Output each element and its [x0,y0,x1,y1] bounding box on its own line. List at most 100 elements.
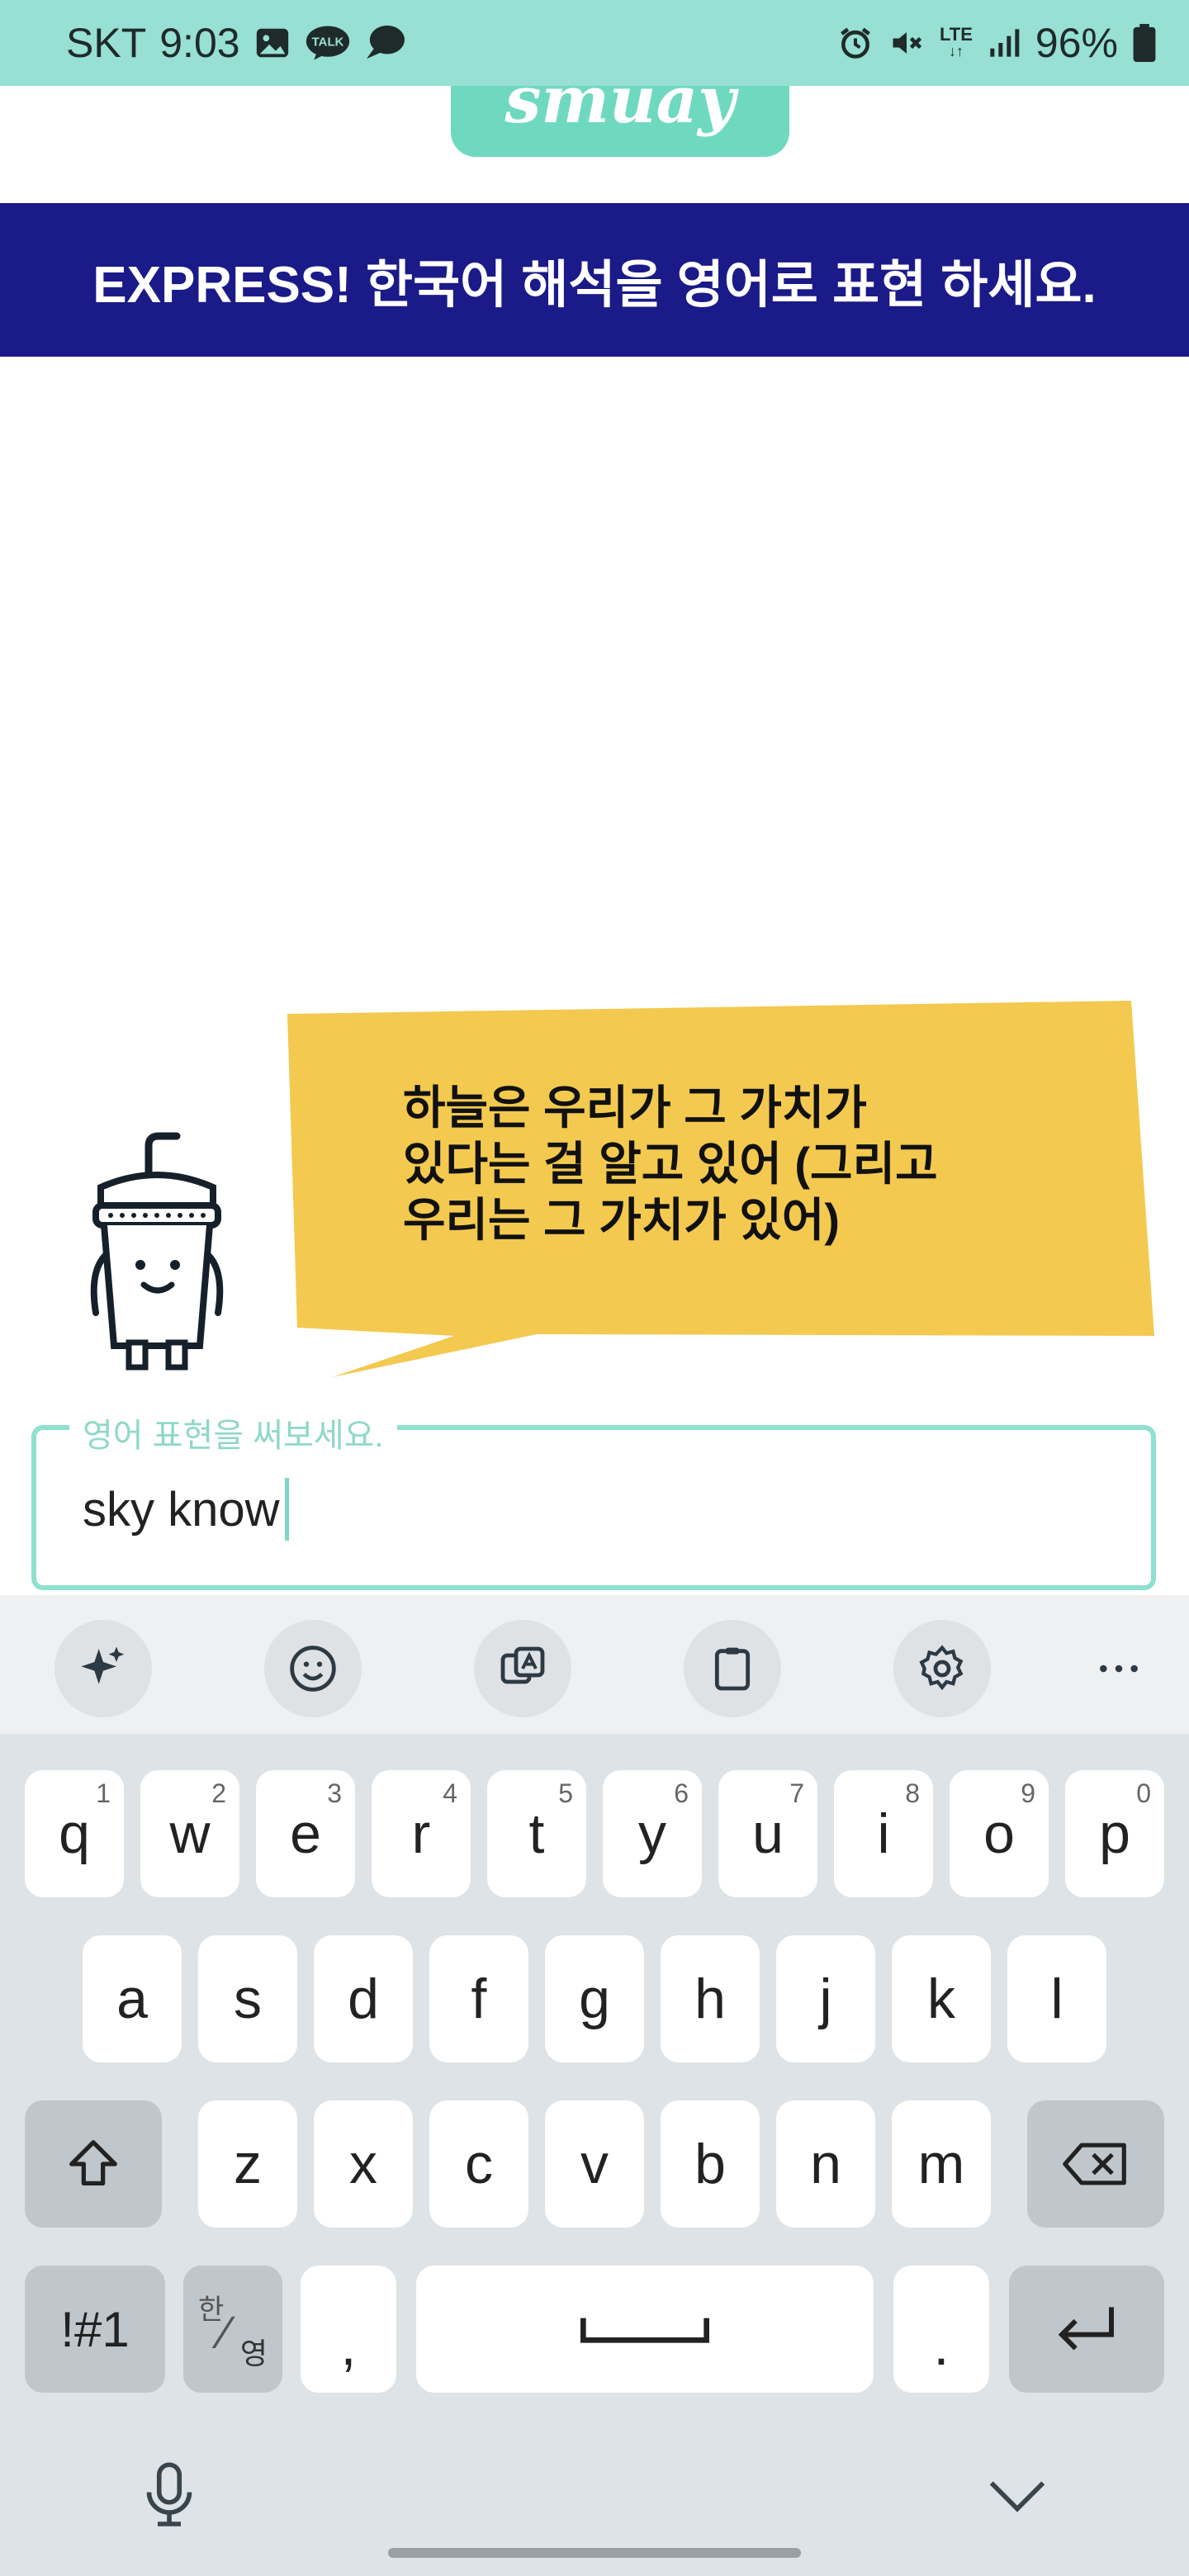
key-x[interactable]: x [314,2100,413,2228]
lte-icon: LTE ↓↑ [940,24,973,60]
emoji-button[interactable] [264,1620,362,1717]
more-icon [1100,1664,1138,1673]
network-type: LTE [940,24,973,45]
alarm-icon [837,25,874,61]
key-number-hint: 1 [96,1778,111,1808]
key-r[interactable]: r4 [372,1770,471,1897]
key-label: y [638,1802,666,1865]
hide-keyboard-button[interactable] [986,2475,1049,2521]
carrier-label: SKT [66,20,147,66]
clipboard-button[interactable] [684,1620,781,1717]
key-t[interactable]: t5 [487,1770,586,1897]
key-label: k [927,1968,955,2030]
comma-key[interactable]: , [301,2266,396,2393]
input-label: 영어 표현을 써보세요. [69,1409,397,1456]
key-q[interactable]: q1 [25,1770,124,1897]
sparkle-button[interactable] [54,1620,152,1717]
cup-mascot-icon [90,1132,224,1371]
key-s[interactable]: s [198,1935,297,2062]
home-indicator[interactable] [388,2548,801,2558]
chevron-down-icon [989,2481,1045,2512]
shift-key[interactable] [25,2100,162,2228]
key-d[interactable]: d [314,1935,413,2062]
key-label: c [465,2133,493,2195]
key-j[interactable]: j [776,1935,875,2062]
key-label: g [579,1968,610,2030]
key-label: j [819,1968,832,2030]
key-number-hint: 9 [1021,1778,1035,1808]
app-logo: smuay [451,86,789,157]
key-h[interactable]: h [661,1935,760,2062]
text-cursor [284,1478,289,1541]
emoji-icon [290,1646,336,1692]
app-logo-text: smuay [504,86,736,138]
instruction-banner: EXPRESS! 한국어 해석을 영어로 표현 하세요. [0,203,1189,357]
key-label: q [59,1802,90,1865]
key-v[interactable]: v [545,2100,644,2228]
gear-icon [919,1645,964,1691]
key-label: d [348,1968,379,2030]
space-key[interactable] [416,2266,874,2393]
key-label: !#1 [60,2301,130,2357]
key-label: v [580,2133,609,2195]
key-m[interactable]: m [892,2100,991,2228]
key-w[interactable]: w2 [140,1770,239,1897]
period-key[interactable]: . [893,2266,989,2393]
korean-prompt: 하늘은 우리가 그 가치가 있다는 걸 알고 있어 (그리고 우리는 그 가치가… [403,1082,938,1246]
banner-text: EXPRESS! 한국어 해석을 영어로 표현 하세요. [92,257,1097,314]
symbols-key[interactable]: !#1 [25,2266,165,2393]
key-label: n [810,2133,841,2195]
key-label: w [169,1802,211,1865]
key-label: s [234,1968,262,2030]
enter-key[interactable] [1009,2266,1164,2393]
battery-percent: 96% [1035,20,1118,66]
keyboard-settings-button[interactable] [893,1620,991,1717]
translate-icon [500,1646,545,1684]
key-l[interactable]: l [1007,1935,1106,2062]
clock: 9:03 [159,20,240,66]
key-label: . [933,2314,950,2377]
key-p[interactable]: p0 [1065,1770,1164,1897]
key-label: x [349,2133,377,2195]
clipboard-icon [714,1647,751,1691]
key-o[interactable]: o9 [950,1770,1049,1897]
key-k[interactable]: k [892,1935,991,2062]
key-a[interactable]: a [83,1935,182,2062]
key-f[interactable]: f [429,1935,528,2062]
key-label: z [234,2133,262,2195]
space-icon [580,2318,709,2343]
key-b[interactable]: b [661,2100,760,2228]
key-i[interactable]: i8 [834,1770,933,1897]
key-number-hint: 3 [327,1778,342,1808]
shift-icon [69,2140,117,2185]
key-g[interactable]: g [545,1935,644,2062]
key-number-hint: 4 [443,1778,457,1808]
language-switch-key[interactable]: 한 ⁄ 영 [183,2266,282,2393]
input-value-container[interactable]: sky know [83,1478,289,1541]
translate-button[interactable] [474,1620,571,1717]
key-number-hint: 6 [674,1778,689,1808]
more-options-button[interactable] [1070,1620,1168,1717]
backspace-key[interactable] [1027,2100,1164,2228]
key-number-hint: 2 [211,1778,226,1808]
key-z[interactable]: z [198,2100,297,2228]
keyboard: q1 w2 e3 r4 t5 y6 u7 i8 o9 p0 a s d f g … [0,1734,1189,2576]
key-label: l [1050,1968,1063,2030]
key-label: o [983,1802,1015,1865]
key-number-hint: 0 [1136,1778,1151,1808]
key-c[interactable]: c [429,2100,528,2228]
voice-input-button[interactable] [140,2460,198,2534]
key-label: i [877,1802,890,1865]
key-label: a [116,1968,148,2030]
key-y[interactable]: y6 [603,1770,702,1897]
kakaotalk-notification-icon: TALK [305,24,351,62]
key-label: m [917,2133,965,2195]
keyboard-toolbar [0,1595,1189,1734]
mute-icon [888,25,925,61]
key-label: u [752,1802,784,1865]
key-n[interactable]: n [776,2100,875,2228]
key-u[interactable]: u7 [718,1770,817,1897]
signal-icon [988,26,1021,59]
lang-label-korean: 한 [198,2294,225,2326]
key-e[interactable]: e3 [256,1770,355,1897]
